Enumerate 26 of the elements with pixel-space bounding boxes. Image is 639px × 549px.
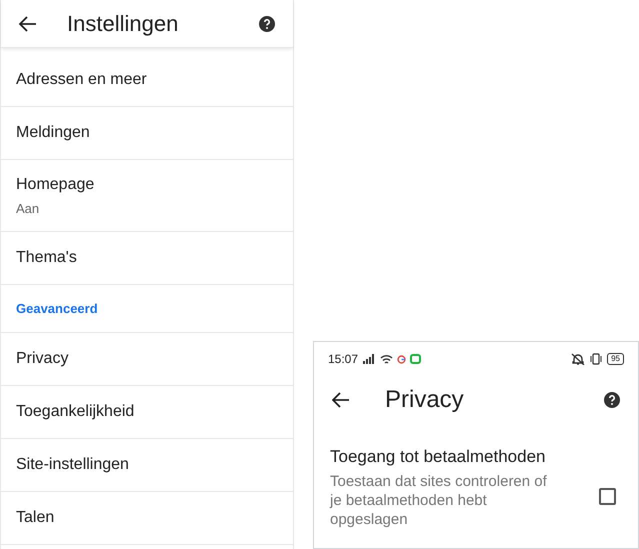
- settings-item[interactable]: Toegankelijkheid: [1, 386, 293, 439]
- help-icon[interactable]: [604, 392, 620, 408]
- battery-level: 95: [607, 353, 624, 365]
- option-title: Toegang tot betaalmethoden: [330, 446, 547, 468]
- clock: 15:07: [328, 351, 358, 368]
- wifi-icon: [380, 354, 394, 364]
- settings-item[interactable]: Thema's: [1, 232, 293, 285]
- message-icon: [410, 354, 422, 364]
- page-title: Privacy: [385, 385, 465, 415]
- settings-item[interactable]: Privacy: [1, 333, 293, 386]
- back-icon[interactable]: [332, 392, 350, 408]
- signal-icon: [362, 354, 376, 364]
- settings-item[interactable]: Meldingen: [1, 107, 293, 160]
- checkbox[interactable]: [599, 488, 616, 505]
- vibrate-icon: [589, 353, 604, 365]
- back-icon[interactable]: [19, 16, 37, 32]
- settings-item[interactable]: Adressen en meer: [1, 54, 293, 107]
- page-title: Instellingen: [67, 10, 180, 38]
- help-icon[interactable]: [259, 16, 275, 32]
- g-icon: [397, 354, 406, 364]
- option-description: Toestaan dat sites controleren of je betaalmethoden hebt opgeslagen: [330, 472, 548, 528]
- mute-icon: [571, 353, 586, 365]
- settings-item[interactable]: Site-instellingen: [1, 439, 293, 492]
- settings-item[interactable]: Homepage Aan: [1, 160, 293, 232]
- section-header: Geavanceerd: [16, 300, 98, 318]
- settings-item[interactable]: Talen: [1, 492, 293, 545]
